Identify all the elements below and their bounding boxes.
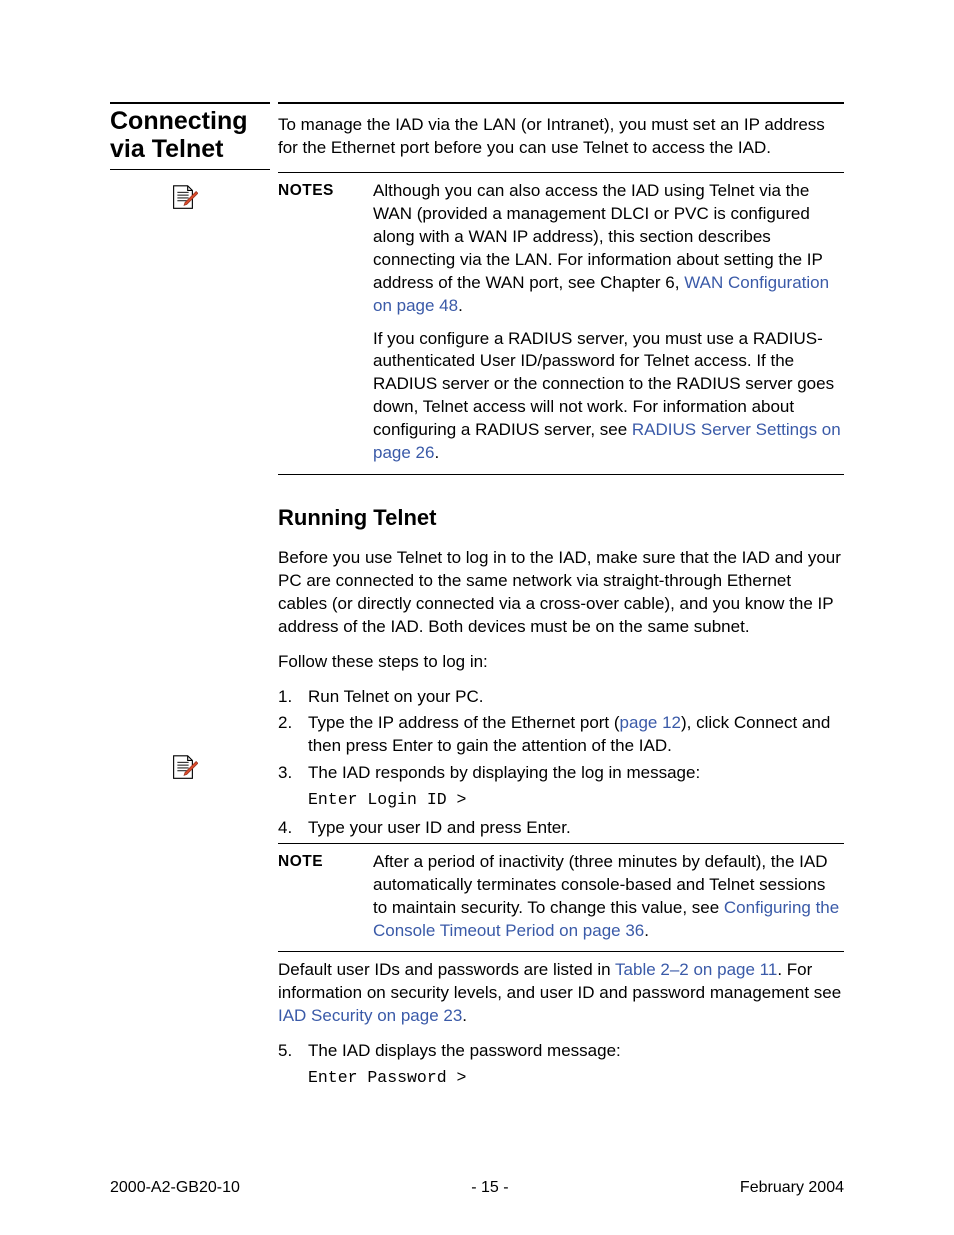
footer-page-number: - 15 - xyxy=(471,1177,508,1199)
code-output: Enter Password > xyxy=(308,1067,844,1089)
footer-date: February 2004 xyxy=(740,1177,844,1199)
note-icon xyxy=(168,752,198,782)
notes-block: NOTES Although you can also access the I… xyxy=(278,173,844,475)
xref-table-2-2[interactable]: Table 2–2 on page 11 xyxy=(615,960,777,979)
code-output: Enter Login ID > xyxy=(308,789,844,811)
list-item: 1.Run Telnet on your PC. xyxy=(278,686,844,709)
step-list: 4.Type your user ID and press Enter. xyxy=(278,817,844,840)
body-paragraph: Before you use Telnet to log in to the I… xyxy=(278,547,844,639)
note-label: NOTE xyxy=(278,851,373,943)
main-content: To manage the IAD via the LAN (or Intran… xyxy=(278,102,844,1094)
note-icon xyxy=(168,182,198,212)
list-item: 3.The IAD responds by displaying the log… xyxy=(278,762,844,785)
notes-paragraph: Although you can also access the IAD usi… xyxy=(373,180,844,318)
section-title: Connecting via Telnet xyxy=(110,108,270,163)
xref-page-12[interactable]: page 12 xyxy=(620,713,681,732)
step-list: 1.Run Telnet on your PC. 2.Type the IP a… xyxy=(278,686,844,786)
subsection-heading: Running Telnet xyxy=(278,503,844,533)
sidebar-heading: Connecting via Telnet xyxy=(110,102,270,170)
list-item: 5.The IAD displays the password message: xyxy=(278,1040,844,1063)
step-list: 5.The IAD displays the password message: xyxy=(278,1040,844,1063)
notes-paragraph: If you configure a RADIUS server, you mu… xyxy=(373,328,844,466)
list-item: 2.Type the IP address of the Ethernet po… xyxy=(278,712,844,758)
page-footer: 2000-A2-GB20-10 - 15 - February 2004 xyxy=(110,1177,844,1199)
list-item: 4.Type your user ID and press Enter. xyxy=(278,817,844,840)
body-paragraph: Follow these steps to log in: xyxy=(278,651,844,674)
footer-doc-id: 2000-A2-GB20-10 xyxy=(110,1177,240,1199)
note-paragraph: After a period of inactivity (three minu… xyxy=(373,851,844,943)
note-block: NOTE After a period of inactivity (three… xyxy=(278,843,844,952)
xref-iad-security[interactable]: IAD Security on page 23 xyxy=(278,1006,462,1025)
body-paragraph: Default user IDs and passwords are liste… xyxy=(278,959,844,1028)
notes-label: NOTES xyxy=(278,180,373,465)
intro-paragraph: To manage the IAD via the LAN (or Intran… xyxy=(278,114,844,160)
